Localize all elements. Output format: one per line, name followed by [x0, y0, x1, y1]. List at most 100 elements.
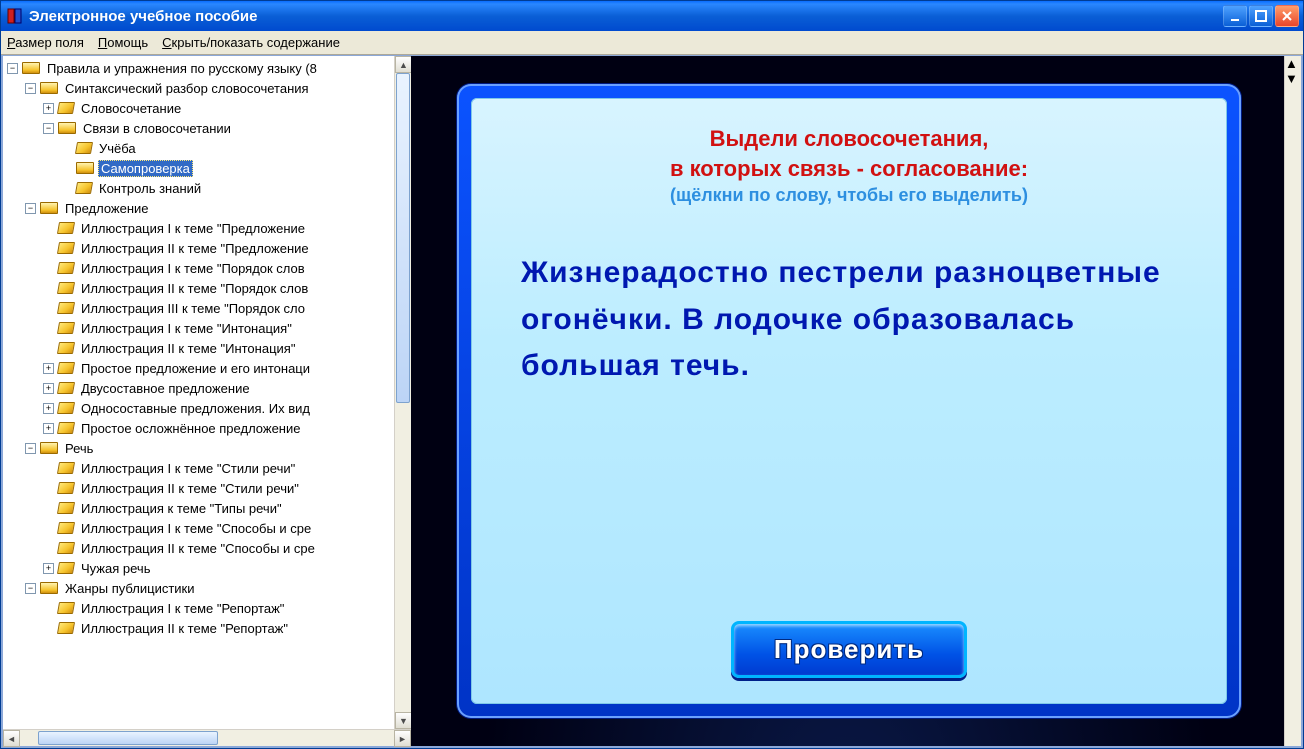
- expand-icon[interactable]: +: [43, 383, 54, 394]
- tree-row[interactable]: Иллюстрация III к теме "Порядок сло: [7, 298, 411, 318]
- collapse-icon[interactable]: −: [25, 583, 36, 594]
- tree-row[interactable]: − Речь: [7, 438, 411, 458]
- menu-field-size[interactable]: Размер поля: [7, 35, 84, 50]
- book-icon: [57, 402, 75, 414]
- book-icon: [57, 102, 75, 114]
- tree-row[interactable]: Иллюстрация II к теме "Порядок слов: [7, 278, 411, 298]
- scroll-left-icon[interactable]: ◄: [3, 730, 20, 747]
- tree-row[interactable]: Иллюстрация к теме "Типы речи": [7, 498, 411, 518]
- collapse-icon[interactable]: −: [25, 443, 36, 454]
- tree-row[interactable]: + Чужая речь: [7, 558, 411, 578]
- tree-label: Двусоставное предложение: [78, 380, 253, 397]
- tree-label: Иллюстрация III к теме "Порядок сло: [78, 300, 308, 317]
- tree-row[interactable]: Иллюстрация II к теме "Стили речи": [7, 478, 411, 498]
- tree-label: Жанры публицистики: [62, 580, 198, 597]
- tree-row[interactable]: +Односоставные предложения. Их вид: [7, 398, 411, 418]
- tree-label: Словосочетание: [78, 100, 184, 117]
- tree-label: Иллюстрация II к теме "Порядок слов: [78, 280, 311, 297]
- tree-label: Иллюстрация I к теме "Стили речи": [78, 460, 298, 477]
- menu-help[interactable]: Помощь: [98, 35, 148, 50]
- tree-row-selected[interactable]: Самопроверка: [7, 158, 411, 178]
- scroll-down-icon[interactable]: ▼: [395, 712, 411, 729]
- tree-row[interactable]: + Простое осложнённое предложение: [7, 418, 411, 438]
- collapse-icon[interactable]: −: [25, 83, 36, 94]
- tree-row[interactable]: Учёба: [7, 138, 411, 158]
- scroll-track[interactable]: [395, 73, 411, 712]
- book-icon: [57, 462, 75, 474]
- maximize-button[interactable]: [1249, 5, 1273, 27]
- book-open-icon: [40, 582, 58, 594]
- tree-row[interactable]: −Связи в словосочетании: [7, 118, 411, 138]
- book-icon: [57, 542, 75, 554]
- tree-label: Простое осложнённое предложение: [78, 420, 303, 437]
- tree-row[interactable]: Иллюстрация I к теме "Интонация": [7, 318, 411, 338]
- scroll-up-icon[interactable]: ▲: [1285, 56, 1301, 71]
- scroll-track[interactable]: [20, 730, 394, 746]
- tree-label: Контроль знаний: [96, 180, 204, 197]
- expand-icon[interactable]: +: [43, 423, 54, 434]
- tree-row[interactable]: +Простое предложение и его интонаци: [7, 358, 411, 378]
- tree-row[interactable]: Контроль знаний: [7, 178, 411, 198]
- scroll-thumb[interactable]: [396, 73, 410, 403]
- tree-row[interactable]: + Двусоставное предложение: [7, 378, 411, 398]
- book-icon: [57, 602, 75, 614]
- tree-label: Речь: [62, 440, 96, 457]
- exercise-card-frame: Выдели словосочетания, в которых связь -…: [457, 84, 1241, 718]
- expand-icon[interactable]: +: [43, 103, 54, 114]
- tree-label: Иллюстрация II к теме "Интонация": [78, 340, 298, 357]
- tree-row[interactable]: Иллюстрация I к теме "Способы и сре: [7, 518, 411, 538]
- tree-label: Учёба: [96, 140, 139, 157]
- tree-label: Синтаксический разбор словосочетания: [62, 80, 312, 97]
- toc-horizontal-scrollbar[interactable]: ◄ ►: [3, 729, 411, 746]
- tree-row[interactable]: − Синтаксический разбор словосочетания: [7, 78, 411, 98]
- scroll-up-icon[interactable]: ▲: [395, 56, 411, 73]
- book-icon: [57, 222, 75, 234]
- content-vertical-scrollbar[interactable]: ▲ ▼: [1284, 56, 1301, 746]
- collapse-icon[interactable]: −: [7, 63, 18, 74]
- book-icon: [57, 282, 75, 294]
- tree-row[interactable]: Иллюстрация II к теме "Предложение: [7, 238, 411, 258]
- expand-icon[interactable]: +: [43, 563, 54, 574]
- check-button[interactable]: Проверить: [731, 621, 967, 678]
- tree-row[interactable]: Иллюстрация I к теме "Порядок слов: [7, 258, 411, 278]
- tree-label: Чужая речь: [78, 560, 153, 577]
- book-open-icon: [22, 62, 40, 74]
- app-body: −Правила и упражнения по русскому языку …: [1, 55, 1303, 748]
- tree-row[interactable]: − Предложение: [7, 198, 411, 218]
- tree-row[interactable]: Иллюстрация II к теме "Способы и сре: [7, 538, 411, 558]
- toc-vertical-scrollbar[interactable]: ▲ ▼: [394, 56, 411, 729]
- tree-row[interactable]: Иллюстрация II к теме "Репортаж": [7, 618, 411, 638]
- window-buttons: [1223, 5, 1299, 27]
- collapse-icon[interactable]: −: [43, 123, 54, 134]
- content-panel: Выдели словосочетания, в которых связь -…: [411, 56, 1301, 746]
- tree-label: Предложение: [62, 200, 152, 217]
- tree-label: Иллюстрация к теме "Типы речи": [78, 500, 285, 517]
- tree-row[interactable]: Иллюстрация II к теме "Интонация": [7, 338, 411, 358]
- expand-icon[interactable]: +: [43, 403, 54, 414]
- tree-row[interactable]: Иллюстрация I к теме "Предложение: [7, 218, 411, 238]
- instruction-line-2: в которых связь - согласование:: [670, 154, 1028, 184]
- app-body-inner: −Правила и упражнения по русскому языку …: [1, 55, 1303, 748]
- collapse-icon[interactable]: −: [25, 203, 36, 214]
- close-button[interactable]: [1275, 5, 1299, 27]
- scroll-down-icon[interactable]: ▼: [1285, 71, 1301, 86]
- tree-row[interactable]: Иллюстрация I к теме "Репортаж": [7, 598, 411, 618]
- book-open-icon: [40, 202, 58, 214]
- tree-row[interactable]: + Словосочетание: [7, 98, 411, 118]
- book-icon: [57, 262, 75, 274]
- tree-label: Иллюстрация I к теме "Способы и сре: [78, 520, 314, 537]
- scroll-thumb[interactable]: [38, 731, 218, 745]
- scroll-right-icon[interactable]: ►: [394, 730, 411, 747]
- instruction-line-1: Выдели словосочетания,: [710, 124, 989, 154]
- minimize-button[interactable]: [1223, 5, 1247, 27]
- expand-icon[interactable]: +: [43, 363, 54, 374]
- menu-toggle-toc[interactable]: Скрыть/показать содержание: [162, 35, 340, 50]
- tree-label: Иллюстрация II к теме "Репортаж": [78, 620, 291, 637]
- tree-label: Иллюстрация II к теме "Стили речи": [78, 480, 302, 497]
- toc-scroll: −Правила и упражнения по русскому языку …: [3, 56, 411, 729]
- tree-label: Правила и упражнения по русскому языку (…: [44, 60, 320, 77]
- tree-row[interactable]: − Жанры публицистики: [7, 578, 411, 598]
- tree-row[interactable]: Иллюстрация I к теме "Стили речи": [7, 458, 411, 478]
- tree-row-root[interactable]: − Правила и упражнения по русскому языку …: [7, 58, 411, 78]
- task-sentence[interactable]: Жизнерадостно пестрели разноцветные огон…: [511, 250, 1187, 390]
